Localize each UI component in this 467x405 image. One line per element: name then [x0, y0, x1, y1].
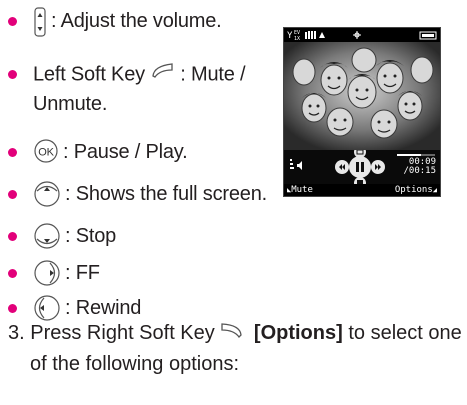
phone-screen-image: Y EV 1X 00:09 /00:15 ◣Mute Options◢: [283, 27, 441, 197]
bullet-dot: [8, 304, 17, 313]
bullet-stop: : Stop: [8, 222, 116, 258]
right-soft-key-icon: [220, 319, 244, 349]
bullet-mute-unmute: Left Soft Key : Mute / Unmute.: [8, 60, 246, 118]
bullet-dot: [8, 232, 17, 241]
video-frame-image: [284, 42, 440, 150]
bullet-text-line2: Unmute.: [33, 93, 108, 115]
soft-key-bar: ◣Mute Options◢: [284, 184, 440, 196]
bullet-text: : Adjust the volume.: [51, 10, 222, 32]
player-control-bar: 00:09 /00:15: [284, 150, 440, 184]
bullet-dot: [8, 148, 17, 157]
bullet-dot: [8, 269, 17, 278]
bullet-dot: [8, 17, 17, 26]
status-bar: Y EV 1X: [284, 28, 440, 42]
step-text: to select one: [348, 322, 462, 344]
step-text: Press Right Soft Key: [30, 322, 215, 344]
step-text-line2: of the following options:: [30, 352, 240, 375]
step-number: 3.: [8, 322, 25, 344]
options-label: [Options]: [253, 322, 343, 344]
bullet-full-screen: : Shows the full screen.: [8, 180, 267, 216]
bullet-text: : Pause / Play.: [63, 141, 188, 163]
svg-text:OK: OK: [38, 147, 54, 159]
bullet-ff: : FF: [8, 259, 100, 295]
bullet-dot: [8, 190, 17, 199]
bullet-text: : Mute /: [180, 63, 246, 86]
signal-icon: Y: [287, 31, 293, 41]
ok-key-icon: OK: [33, 138, 59, 172]
down-nav-key-icon: [33, 222, 61, 258]
up-nav-key-icon: [33, 180, 61, 216]
bullet-text: : FF: [65, 262, 100, 284]
right-nav-key-icon: [33, 259, 61, 295]
elapsed-time: 00:09 /00:15: [403, 157, 436, 176]
bullet-adjust-volume: : Adjust the volume.: [8, 7, 222, 45]
left-soft-key-icon: [150, 60, 176, 90]
soft-right-label: Options◢: [394, 185, 437, 195]
bullet-dot: [8, 70, 17, 79]
bullet-text: Left Soft Key: [33, 63, 145, 86]
soft-left-label: ◣Mute: [287, 185, 313, 195]
bullet-pause-play: OK : Pause / Play.: [8, 138, 188, 172]
bullet-text: : Stop: [65, 225, 117, 247]
step-3: 3. Press Right Soft Key [Options] to sel…: [8, 318, 462, 379]
bullet-text: : Shows the full screen.: [65, 183, 267, 205]
volume-key-icon: [33, 7, 47, 45]
speaker-icon: [297, 161, 302, 170]
